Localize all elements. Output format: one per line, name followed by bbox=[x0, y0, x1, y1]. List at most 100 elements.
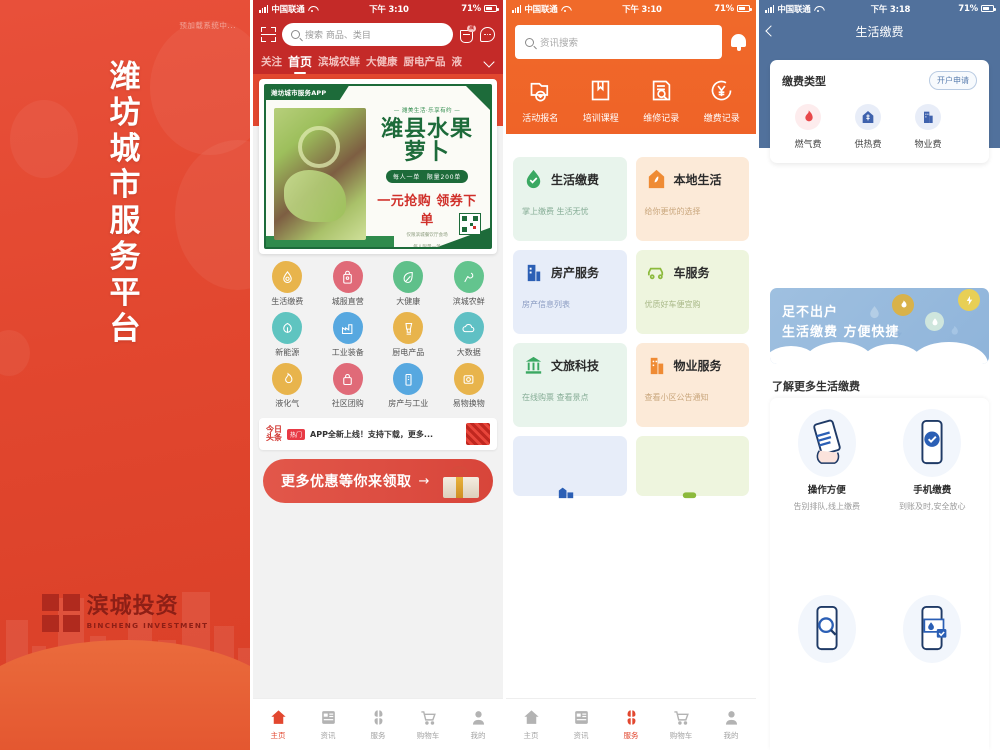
service-card[interactable] bbox=[635, 436, 749, 499]
payment-type-heat[interactable]: 供热费 bbox=[848, 104, 888, 150]
tabbar-item-home[interactable]: 主页 bbox=[506, 699, 556, 750]
scan-icon[interactable] bbox=[261, 27, 276, 42]
chevron-down-icon[interactable] bbox=[483, 55, 495, 68]
tabbar-item-cart[interactable]: 购物车 bbox=[656, 699, 706, 750]
repair-record-icon bbox=[652, 80, 670, 101]
grid-item[interactable]: 生活缴费 bbox=[257, 261, 318, 307]
news-icon bbox=[572, 708, 591, 727]
open-account-button[interactable]: 开户申请 bbox=[929, 71, 977, 90]
battery-percent-label: 71% bbox=[714, 3, 734, 14]
swap-icon bbox=[453, 363, 484, 395]
title-char: 服 bbox=[109, 202, 141, 239]
phone-water-icon bbox=[903, 595, 962, 663]
grid-item[interactable]: 液化气 bbox=[257, 363, 318, 409]
grid-item[interactable]: 大健康 bbox=[378, 261, 439, 307]
droplet-icon bbox=[272, 261, 303, 293]
news-search-input[interactable]: 资讯搜索 bbox=[515, 25, 722, 59]
book-icon bbox=[592, 80, 610, 101]
banner-line-1: 足不出户 bbox=[782, 305, 839, 320]
service-card-desc: 给你更优的选择 bbox=[644, 207, 701, 216]
feature-title: 手机缴费 bbox=[913, 485, 952, 496]
payment-type-gas[interactable]: 燃气费 bbox=[788, 104, 828, 150]
tabbar-item-home[interactable]: 主页 bbox=[253, 699, 303, 750]
news-icon bbox=[319, 708, 338, 727]
panel-payment: 中国联通 下午 3:18 71% 生活缴费 缴费类型 开户申请 燃气费 供热费 … bbox=[759, 0, 1000, 750]
flame-badge-icon bbox=[892, 294, 914, 316]
grid-item[interactable]: 工业装备 bbox=[318, 312, 379, 358]
promo-banner-card[interactable]: 潍坊城市服务APP — 潍美生活·乐享有约 — 潍县水果萝卜 每人一单 限量20… bbox=[259, 79, 497, 254]
quick-action-payments[interactable]: 缴费记录 bbox=[692, 77, 753, 124]
tabbar-item-services[interactable]: 服务 bbox=[606, 699, 656, 750]
promo-label: 更多优惠等你来领取 bbox=[281, 474, 412, 490]
service-card[interactable] bbox=[513, 436, 627, 499]
tab-dajiankang[interactable]: 大健康 bbox=[366, 54, 398, 69]
payment-type-property[interactable]: 物业费 bbox=[908, 104, 948, 150]
grid-item[interactable]: 厨电产品 bbox=[378, 312, 439, 358]
quick-action-course[interactable]: 培训课程 bbox=[571, 77, 632, 124]
title-char: 潍 bbox=[109, 59, 141, 95]
news-ticker[interactable]: 今日 头条 热门 APP全新上线！支持下载，更多... bbox=[259, 418, 497, 450]
coupon-cart-icon[interactable]: 减 bbox=[459, 24, 476, 43]
tree-icon bbox=[272, 312, 303, 344]
services-card-list: 生活缴费 掌上缴费 生活无忧 本地生活 给你更优的选择 房产服务 房产信息列表 … bbox=[506, 148, 756, 750]
coupon-promo-button[interactable]: 更多优惠等你来领取 → bbox=[263, 459, 493, 503]
flame-icon bbox=[795, 104, 821, 130]
feature-item[interactable]: 手机缴费 到账及时,安全放心 bbox=[880, 409, 986, 589]
section-title: 了解更多生活缴费 bbox=[772, 380, 860, 393]
payment-promo-banner[interactable]: 足不出户 生活缴费 方便快捷 bbox=[770, 288, 989, 364]
tabbar-item-news[interactable]: 资讯 bbox=[303, 699, 353, 750]
banner-fineprint-2: 每人限量一单 bbox=[413, 245, 441, 249]
service-card-title: 文旅科技 bbox=[551, 359, 600, 373]
tabbar-item-news[interactable]: 资讯 bbox=[556, 699, 606, 750]
grid-item[interactable]: 城服直营 bbox=[318, 261, 379, 307]
tab-binchengnongxian[interactable]: 滨城农鲜 bbox=[318, 54, 360, 69]
grid-item[interactable]: 新能源 bbox=[257, 312, 318, 358]
quick-action-signup[interactable]: 活动报名 bbox=[510, 77, 571, 124]
service-card-title: 物业服务 bbox=[673, 359, 722, 373]
city-icon bbox=[559, 487, 574, 499]
notification-bell-icon[interactable] bbox=[730, 32, 747, 52]
service-card[interactable]: 文旅科技 在线购票 查看景点 bbox=[513, 343, 627, 427]
service-card[interactable]: 生活缴费 掌上缴费 生活无忧 bbox=[513, 157, 627, 241]
more-menu-icon[interactable] bbox=[480, 27, 495, 42]
tower-icon bbox=[527, 264, 541, 282]
tab-ye[interactable]: 液 bbox=[452, 54, 463, 69]
tabbar-item-cart[interactable]: 购物车 bbox=[403, 699, 453, 750]
tab-guanzhu[interactable]: 关注 bbox=[261, 54, 282, 69]
tab-shouye[interactable]: 首页 bbox=[288, 53, 312, 70]
quick-action-repair[interactable]: 维修记录 bbox=[631, 77, 692, 124]
grid-item[interactable]: 易物换物 bbox=[439, 363, 500, 409]
feature-item[interactable] bbox=[880, 595, 986, 750]
flame-icon bbox=[272, 363, 303, 395]
phone-search-icon bbox=[797, 595, 856, 663]
battery-percent-label: 71% bbox=[461, 3, 481, 14]
grid-item-label: 液化气 bbox=[275, 399, 300, 408]
tabbar-label: 服务 bbox=[370, 731, 386, 740]
home-tabbar: 主页 资讯 服务 购物车 我的 bbox=[253, 698, 503, 750]
tabbar-item-profile[interactable]: 我的 bbox=[453, 699, 503, 750]
grid-item[interactable]: 大数据 bbox=[439, 312, 500, 358]
tab-chudianchanpin[interactable]: 厨电产品 bbox=[404, 54, 446, 69]
tabbar-item-services[interactable]: 服务 bbox=[353, 699, 403, 750]
service-card[interactable]: 本地生活 给你更优的选择 bbox=[635, 157, 749, 241]
screenshot-stage: 预加载系统中... 潍 坊 城 市 服 务 平 台 滨城投资 BINCHENG … bbox=[0, 0, 1000, 750]
grid-item[interactable]: 房产与工业 bbox=[378, 363, 439, 409]
quick-action-label: 缴费记录 bbox=[703, 114, 740, 124]
grid-item-label: 易物换物 bbox=[452, 399, 485, 408]
feature-item[interactable]: 操作方便 告别排队,线上缴费 bbox=[774, 409, 880, 589]
tabbar-label: 服务 bbox=[623, 731, 639, 740]
clock-label: 下午 3:10 bbox=[369, 4, 409, 15]
search-input[interactable]: 搜索 商品、类目 bbox=[282, 23, 453, 46]
service-card[interactable]: 物业服务 查看小区公告通知 bbox=[635, 343, 749, 427]
cart-icon bbox=[419, 708, 438, 727]
battery-percent-label: 71% bbox=[958, 3, 978, 14]
grid-item[interactable]: 社区团购 bbox=[318, 363, 379, 409]
hot-badge: 热门 bbox=[287, 428, 306, 440]
tabbar-item-profile[interactable]: 我的 bbox=[706, 699, 756, 750]
museum-icon bbox=[525, 356, 542, 374]
home-icon bbox=[522, 708, 541, 727]
grid-item[interactable]: 滨城农鲜 bbox=[439, 261, 500, 307]
service-card[interactable]: 房产服务 房产信息列表 bbox=[513, 250, 627, 334]
service-card[interactable]: 车服务 优质好车便宜购 bbox=[635, 250, 749, 334]
feature-item[interactable] bbox=[774, 595, 880, 750]
